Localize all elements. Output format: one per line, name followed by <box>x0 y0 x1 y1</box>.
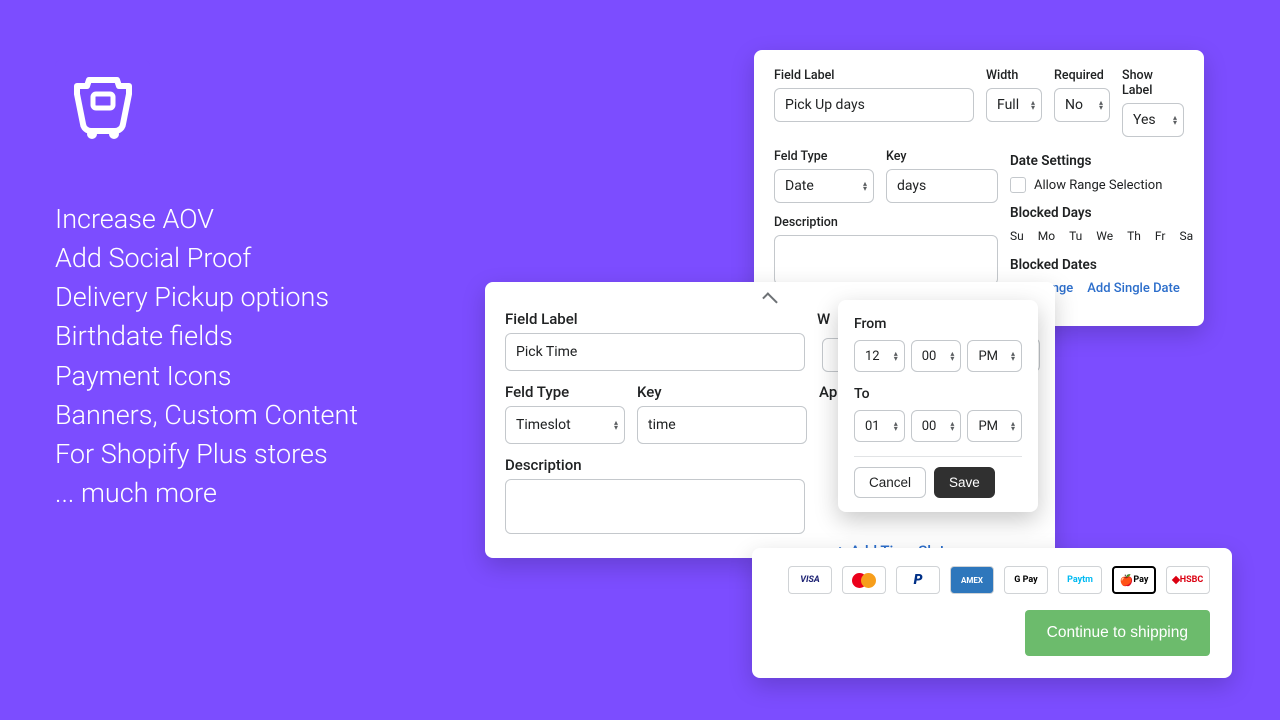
blocked-days-row: Su Mo Tu We Th Fr Sa <box>1010 229 1193 243</box>
amex-icon: AMEX <box>950 566 994 594</box>
description-label: Description <box>774 215 998 230</box>
checkout-footer-card: VISA P AMEX G Pay Paytm 🍎Pay HSBC Contin… <box>752 548 1232 678</box>
day-toggle[interactable]: Fr <box>1155 229 1166 243</box>
payment-icons-row: VISA P AMEX G Pay Paytm 🍎Pay HSBC <box>774 566 1210 594</box>
field-type-select[interactable]: Date▴▾ <box>774 169 874 203</box>
feature-item: For Shopify Plus stores <box>55 435 358 474</box>
hsbc-icon: HSBC <box>1166 566 1210 594</box>
key-label: Key <box>886 149 998 164</box>
checkbox-icon <box>1010 177 1026 193</box>
time-range-popover: From 12▴▾ 00▴▾ PM▴▾ To 01▴▾ 00▴▾ PM▴▾ Ca… <box>838 300 1038 512</box>
field-label-label: Field Label <box>774 68 974 83</box>
key-input[interactable]: days <box>886 169 998 203</box>
field-type-select[interactable]: Timeslot▴▾ <box>505 406 625 444</box>
visa-icon: VISA <box>788 566 832 594</box>
description-input[interactable] <box>505 479 805 534</box>
to-ampm-select[interactable]: PM▴▾ <box>967 410 1022 442</box>
required-label: Required <box>1054 68 1110 83</box>
description-input[interactable] <box>774 235 998 285</box>
from-ampm-select[interactable]: PM▴▾ <box>967 340 1022 372</box>
feature-item: Birthdate fields <box>55 317 358 356</box>
save-button[interactable]: Save <box>934 467 995 498</box>
to-minute-select[interactable]: 00▴▾ <box>911 410 962 442</box>
blocked-days-title: Blocked Days <box>1010 205 1193 221</box>
field-label-label: Field Label <box>505 310 805 328</box>
width-select[interactable]: Full▴▾ <box>986 88 1042 122</box>
feature-list: Increase AOV Add Social Proof Delivery P… <box>55 200 358 513</box>
feature-item: ... much more <box>55 474 358 513</box>
blocked-dates-title: Blocked Dates <box>1010 257 1193 273</box>
day-toggle[interactable]: Th <box>1127 229 1141 243</box>
field-label-input[interactable]: Pick Time <box>505 333 805 371</box>
feature-item: Increase AOV <box>55 200 358 239</box>
feature-item: Banners, Custom Content <box>55 396 358 435</box>
width-label: Width <box>986 68 1042 83</box>
field-type-label: Feld Type <box>505 383 625 401</box>
add-single-date-link[interactable]: Add Single Date <box>1087 281 1180 296</box>
description-label: Description <box>505 456 805 474</box>
apple-pay-icon: 🍎Pay <box>1112 566 1156 594</box>
required-select[interactable]: No▴▾ <box>1054 88 1110 122</box>
feature-item: Payment Icons <box>55 357 358 396</box>
feature-item: Delivery Pickup options <box>55 278 358 317</box>
date-settings-title: Date Settings <box>1010 153 1193 169</box>
paytm-icon: Paytm <box>1058 566 1102 594</box>
cancel-button[interactable]: Cancel <box>854 467 926 498</box>
day-toggle[interactable]: Tu <box>1069 229 1082 243</box>
collapse-chevron-icon[interactable] <box>762 292 778 308</box>
app-logo <box>55 60 150 155</box>
paypal-icon: P <box>896 566 940 594</box>
from-hour-select[interactable]: 12▴▾ <box>854 340 905 372</box>
from-minute-select[interactable]: 00▴▾ <box>911 340 962 372</box>
allow-range-checkbox[interactable]: Allow Range Selection <box>1010 177 1193 193</box>
day-toggle[interactable]: Su <box>1010 229 1024 243</box>
continue-to-shipping-button[interactable]: Continue to shipping <box>1025 610 1210 656</box>
day-toggle[interactable]: Mo <box>1038 229 1055 243</box>
to-hour-select[interactable]: 01▴▾ <box>854 410 905 442</box>
day-toggle[interactable]: Sa <box>1179 229 1193 243</box>
google-pay-icon: G Pay <box>1004 566 1048 594</box>
show-label-select[interactable]: Yes▴▾ <box>1122 103 1184 137</box>
key-input[interactable]: time <box>637 406 807 444</box>
key-label: Key <box>637 383 807 401</box>
from-label: From <box>854 316 1022 332</box>
mastercard-icon <box>842 566 886 594</box>
feature-item: Add Social Proof <box>55 239 358 278</box>
show-label-label: Show Label <box>1122 68 1184 98</box>
field-type-label: Feld Type <box>774 149 874 164</box>
field-label-input[interactable]: Pick Up days <box>774 88 974 122</box>
cart-logo-icon <box>67 72 139 144</box>
day-toggle[interactable]: We <box>1096 229 1113 243</box>
to-label: To <box>854 386 1022 402</box>
